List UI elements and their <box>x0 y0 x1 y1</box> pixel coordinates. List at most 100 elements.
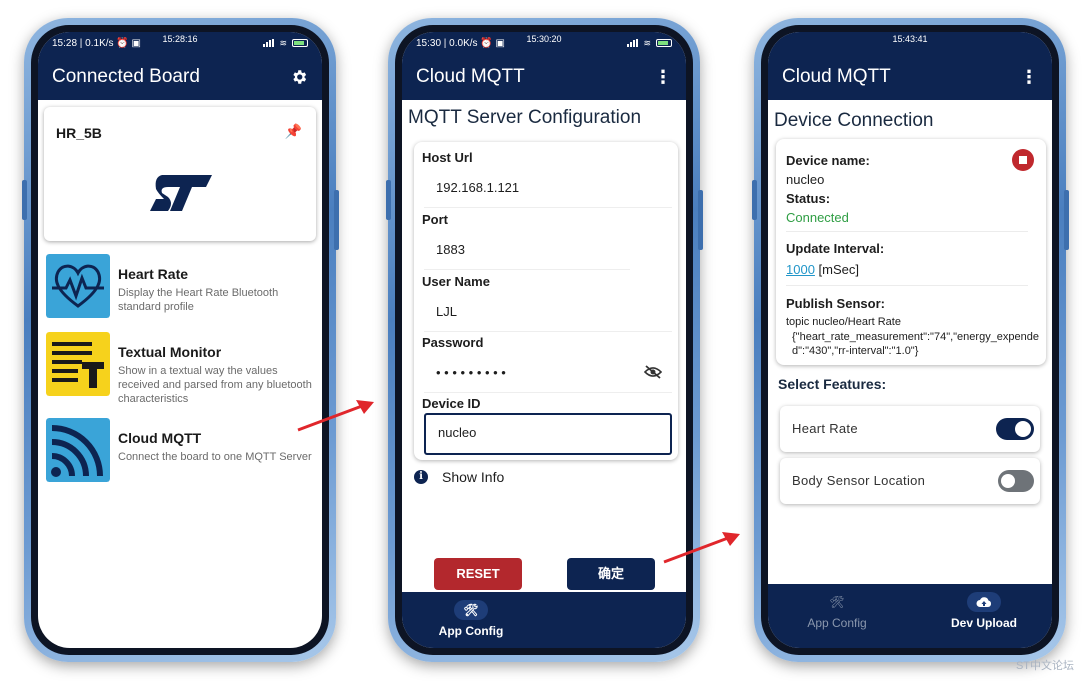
status-clock: 15:30:20 <box>526 34 562 44</box>
feature-title: Textual Monitor <box>118 344 222 360</box>
phone-side-button <box>386 180 391 220</box>
list-item-cloud-mqtt[interactable]: Cloud MQTT Connect the board to one MQTT… <box>44 416 320 486</box>
battery-icon <box>656 39 672 47</box>
nav-item-app-config[interactable]: 🛠 App Config <box>800 592 874 630</box>
more-options-icon[interactable]: ⋮ <box>654 68 672 86</box>
feature-switch-heart-rate: Heart Rate <box>780 406 1040 452</box>
device-id-input[interactable]: nucleo <box>424 413 672 455</box>
phone-side-button <box>1064 190 1069 250</box>
feature-description: Connect the board to one MQTT Server <box>118 451 312 463</box>
switch-label: Heart Rate <box>792 421 858 436</box>
update-interval-row: 1000 [mSec] <box>786 262 859 277</box>
switch-label: Body Sensor Location <box>792 473 926 488</box>
update-interval-label: Update Interval: <box>786 241 885 256</box>
section-title: MQTT Server Configuration <box>408 107 642 128</box>
password-label: Password <box>422 335 484 350</box>
screenshot-canvas: 15:28 | 0.1K/s ⏰ ▣ 15:28:16 ≋ Connected … <box>0 0 1084 681</box>
nav-label: Dev Upload <box>950 616 1017 630</box>
body-sensor-toggle[interactable] <box>998 470 1034 492</box>
screen-device-connection: 15:43:41 Cloud MQTT ⋮ Device Connection … <box>768 32 1052 648</box>
show-info-label: Show Info <box>442 469 505 485</box>
confirm-button[interactable]: 确定 <box>567 558 655 590</box>
mqtt-form-card: Host Url 192.168.1.121 Port 1883 User Na… <box>414 142 678 460</box>
host-url-input[interactable]: 192.168.1.121 <box>424 168 672 208</box>
update-interval-unit: [mSec] <box>814 262 859 277</box>
feature-title: Cloud MQTT <box>118 430 202 446</box>
publish-payload: {"heart_rate_measurement":"74","energy_e… <box>792 331 1040 357</box>
port-label: Port <box>422 212 448 227</box>
nav-label: App Config <box>438 624 504 638</box>
status-bar: 15:43:41 <box>768 32 1052 54</box>
arrow-icon <box>297 400 374 432</box>
screen-mqtt-config: 15:30 | 0.0K/s ⏰ ▣ 15:30:20 ≋ Cloud MQTT… <box>402 32 686 648</box>
arrow-icon <box>663 532 740 564</box>
tools-icon: 🛠 <box>454 600 488 620</box>
watermark: ST中文论坛 <box>1015 660 1074 672</box>
phone-side-button <box>22 180 27 220</box>
device-name-label: Device name: <box>786 153 870 168</box>
device-name-value: nucleo <box>786 172 825 187</box>
status-clock: 15:28:16 <box>162 34 198 44</box>
phone-connected-board: 15:28 | 0.1K/s ⏰ ▣ 15:28:16 ≋ Connected … <box>24 18 336 662</box>
list-item-heart-rate[interactable]: Heart Rate Display the Heart Rate Blueto… <box>44 252 320 322</box>
nav-item-app-config[interactable]: 🛠 App Config <box>436 600 506 638</box>
nav-label: App Config <box>807 616 867 630</box>
bottom-navigation: 🛠 App Config <box>402 592 686 648</box>
port-input[interactable]: 1883 <box>424 230 630 270</box>
heart-rate-icon <box>46 254 110 318</box>
battery-icon <box>292 39 308 47</box>
user-name-label: User Name <box>422 274 490 289</box>
board-card[interactable]: HR_5B 📌 <box>44 107 316 241</box>
bottom-navigation: 🛠 App Config Dev Upload <box>768 584 1052 648</box>
screen-connected-board: 15:28 | 0.1K/s ⏰ ▣ 15:28:16 ≋ Connected … <box>38 32 322 648</box>
board-name: HR_5B <box>56 125 102 141</box>
show-info-toggle[interactable]: i Show Info <box>414 469 504 485</box>
publish-topic: topic nucleo/Heart Rate <box>786 316 901 328</box>
nav-item-dev-upload[interactable]: Dev Upload <box>944 592 1024 630</box>
list-item-textual-monitor[interactable]: Textual Monitor Show in a textual way th… <box>44 330 320 405</box>
heart-rate-toggle[interactable] <box>996 418 1034 440</box>
gear-icon[interactable] <box>290 68 308 86</box>
page-title: Cloud MQTT <box>416 66 525 87</box>
status-value: Connected <box>786 210 849 225</box>
divider <box>786 231 1028 232</box>
app-bar: Cloud MQTT ⋮ <box>768 54 1052 100</box>
st-logo-icon <box>150 175 212 211</box>
phone-device-connection: 15:43:41 Cloud MQTT ⋮ Device Connection … <box>754 18 1066 662</box>
status-clock: 15:43:41 <box>892 34 928 44</box>
status-bar: 15:28 | 0.1K/s ⏰ ▣ 15:28:16 ≋ <box>38 32 322 54</box>
eye-off-icon[interactable] <box>644 365 662 379</box>
cloud-upload-icon <box>967 592 1001 612</box>
feature-switch-body-sensor: Body Sensor Location <box>780 458 1040 504</box>
password-input[interactable]: • • • • • • • • • <box>424 353 672 393</box>
phone-side-button <box>334 190 339 250</box>
stop-icon[interactable] <box>1012 149 1034 171</box>
app-bar: Connected Board <box>38 54 322 100</box>
password-value: • • • • • • • • • <box>436 365 506 380</box>
page-title: Cloud MQTT <box>782 66 891 87</box>
divider <box>786 285 1028 286</box>
info-icon: i <box>414 470 428 484</box>
app-bar: Cloud MQTT ⋮ <box>402 54 686 100</box>
host-url-label: Host Url <box>422 150 473 165</box>
page-title: Connected Board <box>52 66 200 87</box>
cloud-mqtt-icon <box>46 418 110 482</box>
feature-title: Heart Rate <box>118 266 189 282</box>
more-options-icon[interactable]: ⋮ <box>1020 68 1038 86</box>
phone-mqtt-config: 15:30 | 0.0K/s ⏰ ▣ 15:30:20 ≋ Cloud MQTT… <box>388 18 700 662</box>
tools-icon: 🛠 <box>829 595 845 609</box>
feature-description: Show in a textual way the values receive… <box>118 365 312 405</box>
reset-button[interactable]: RESET <box>434 558 522 590</box>
device-id-label: Device ID <box>422 396 481 411</box>
update-interval-value[interactable]: 1000 <box>786 262 815 277</box>
select-features-label: Select Features: <box>778 376 887 392</box>
text-monitor-icon <box>46 332 110 396</box>
user-name-input[interactable]: LJL <box>424 292 672 332</box>
device-connection-card: Device name: nucleo Status: Connected Up… <box>776 139 1046 365</box>
section-title: Device Connection <box>774 110 934 131</box>
status-bar: 15:30 | 0.0K/s ⏰ ▣ 15:30:20 ≋ <box>402 32 686 54</box>
pin-icon[interactable]: 📌 <box>285 123 302 140</box>
phone-side-button <box>752 180 757 220</box>
publish-sensor-label: Publish Sensor: <box>786 296 885 311</box>
status-label: Status: <box>786 191 831 206</box>
